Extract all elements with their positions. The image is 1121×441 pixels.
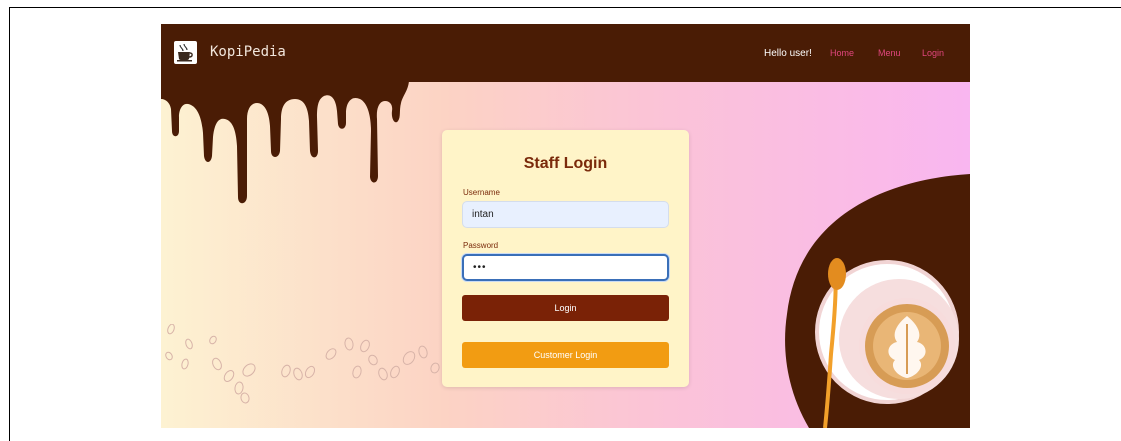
username-input[interactable] xyxy=(462,201,669,228)
customer-login-button[interactable]: Customer Login xyxy=(462,342,669,368)
brand-name[interactable]: KopiPedia xyxy=(210,44,286,60)
page: KopiPedia Hello user! Home Menu Login St… xyxy=(161,24,970,428)
coffee-cup-decoration xyxy=(785,174,970,428)
login-button[interactable]: Login xyxy=(462,295,669,321)
nav-link-menu[interactable]: Menu xyxy=(878,48,901,58)
username-label: Username xyxy=(463,188,500,197)
frame-top-border xyxy=(9,7,1121,8)
nav-link-home[interactable]: Home xyxy=(830,48,854,58)
frame-left-border xyxy=(9,7,10,441)
coffee-beans-decoration xyxy=(165,324,440,404)
card-title: Staff Login xyxy=(523,155,608,172)
chocolate-drip-decoration xyxy=(161,81,409,204)
password-label: Password xyxy=(463,241,499,250)
staff-login-card: Staff Login Username Password Login Cust… xyxy=(442,130,689,387)
nav-link-login[interactable]: Login xyxy=(922,48,944,58)
user-greeting: Hello user! xyxy=(764,48,812,59)
password-input[interactable] xyxy=(462,254,669,281)
navbar: KopiPedia Hello user! Home Menu Login xyxy=(161,24,970,82)
coffee-cup-icon[interactable] xyxy=(174,41,197,64)
